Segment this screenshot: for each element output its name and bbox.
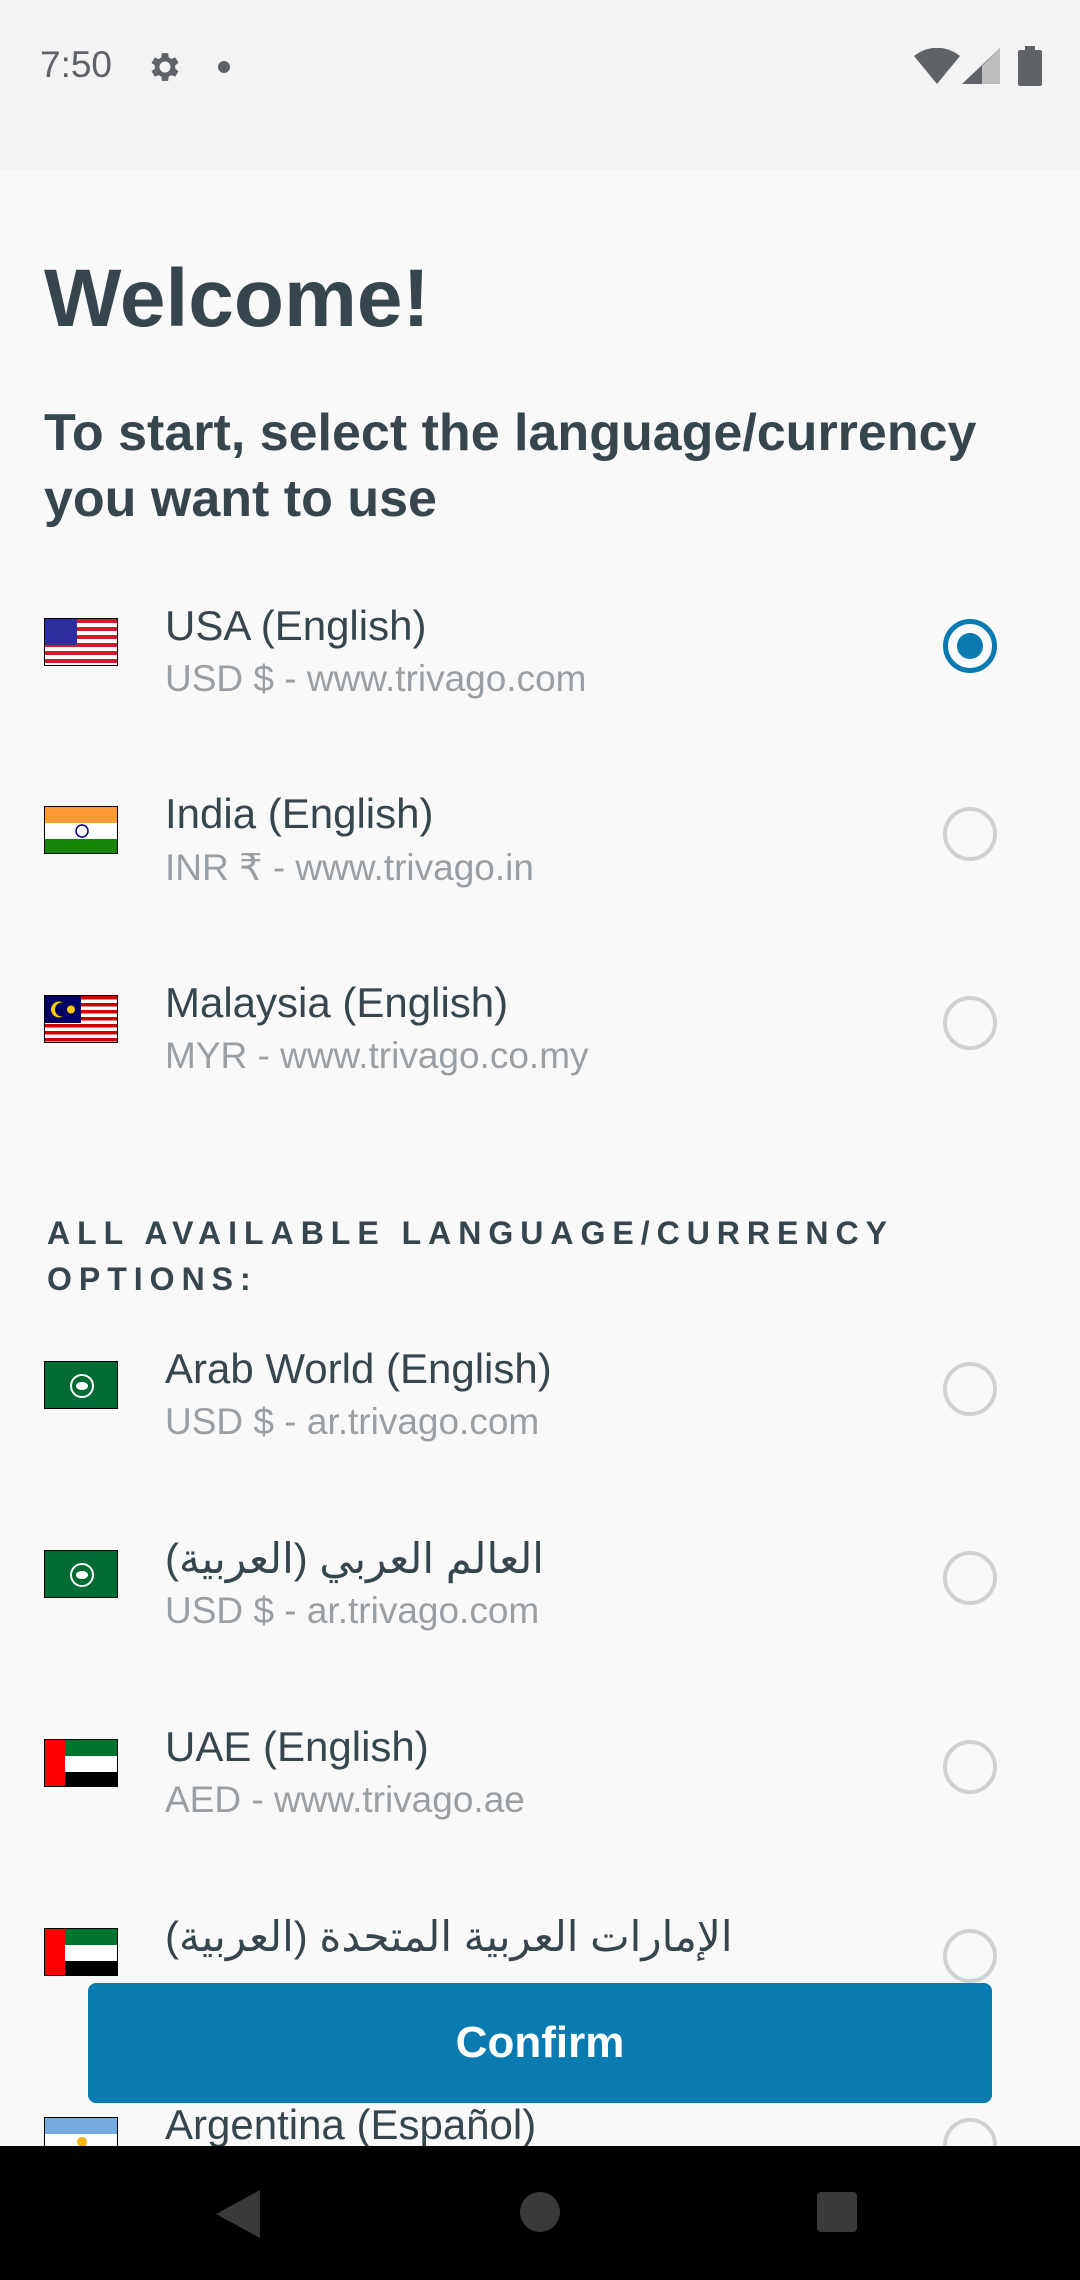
option-name: Argentina (Español): [165, 2101, 537, 2146]
option-detail: MYR - www.trivago.co.my: [165, 1035, 589, 1076]
radio-button[interactable]: [943, 807, 997, 861]
option-detail: USD $ - ar.trivago.com: [165, 1401, 540, 1442]
option-malaysia-english[interactable]: Malaysia (English) MYR - www.trivago.co.…: [0, 979, 1080, 1129]
option-arab-world-english[interactable]: Arab World (English) USD $ - ar.trivago.…: [0, 1345, 1080, 1495]
notification-dot-icon: [218, 61, 230, 73]
radio-button[interactable]: [943, 996, 997, 1050]
signal-icon: [962, 48, 1000, 84]
option-argentina-spanish[interactable]: Argentina (Español): [0, 2101, 1080, 2146]
option-detail: USD $ - ar.trivago.com: [165, 1590, 540, 1631]
option-uae-english[interactable]: UAE (English) AED - www.trivago.ae: [0, 1723, 1080, 1873]
option-detail: USD $ - www.trivago.com: [165, 658, 587, 699]
option-india-english[interactable]: India (English) INR ₹ - www.trivago.in: [0, 790, 1080, 940]
radio-button[interactable]: [943, 1362, 997, 1416]
page-subtitle: To start, select the language/currency y…: [44, 404, 977, 528]
option-name: العالم العربي (العربية): [165, 1535, 544, 1582]
wifi-icon: [914, 48, 960, 84]
home-icon[interactable]: [520, 2192, 560, 2232]
malaysia-flag-icon: [44, 995, 118, 1043]
radio-button[interactable]: [943, 1551, 997, 1605]
radio-button-selected[interactable]: [943, 619, 997, 673]
uae-flag-icon: [44, 1928, 118, 1976]
battery-icon: [1018, 46, 1042, 86]
option-name: الإمارات العربية المتحدة (العربية): [165, 1913, 733, 1960]
usa-flag-icon: [44, 618, 118, 666]
option-detail: INR ₹ - www.trivago.in: [165, 847, 534, 888]
radio-button[interactable]: [943, 1929, 997, 1983]
language-selection-screen: Welcome! To start, select the language/c…: [0, 170, 1080, 2146]
page-title: Welcome!: [44, 253, 430, 344]
confirm-button[interactable]: Confirm: [88, 1983, 992, 2103]
section-header: ALL AVAILABLE LANGUAGE/CURRENCY OPTIONS:: [47, 1215, 894, 1297]
option-detail: AED - www.trivago.ae: [165, 1779, 525, 1820]
arab-world-flag-icon: [44, 1550, 118, 1598]
arab-world-flag-icon: [44, 1361, 118, 1409]
back-icon[interactable]: [216, 2190, 260, 2238]
option-name: USA (English): [165, 602, 427, 649]
option-name: UAE (English): [165, 1723, 429, 1770]
recents-icon[interactable]: [817, 2192, 857, 2232]
radio-button[interactable]: [943, 2118, 997, 2146]
argentina-flag-icon: [44, 2117, 118, 2146]
india-flag-icon: [44, 806, 118, 854]
uae-flag-icon: [44, 1739, 118, 1787]
option-usa-english[interactable]: USA (English) USD $ - www.trivago.com: [0, 602, 1080, 752]
option-arab-world-arabic[interactable]: العالم العربي (العربية) USD $ - ar.triva…: [0, 1534, 1080, 1684]
option-name: Arab World (English): [165, 1345, 552, 1392]
status-bar: 7:50: [0, 0, 1080, 170]
status-time: 7:50: [40, 44, 113, 85]
navigation-bar: [0, 2146, 1080, 2280]
option-name: Malaysia (English): [165, 979, 509, 1026]
gear-icon: [151, 53, 179, 81]
option-name: India (English): [165, 790, 434, 837]
radio-button[interactable]: [943, 1740, 997, 1794]
